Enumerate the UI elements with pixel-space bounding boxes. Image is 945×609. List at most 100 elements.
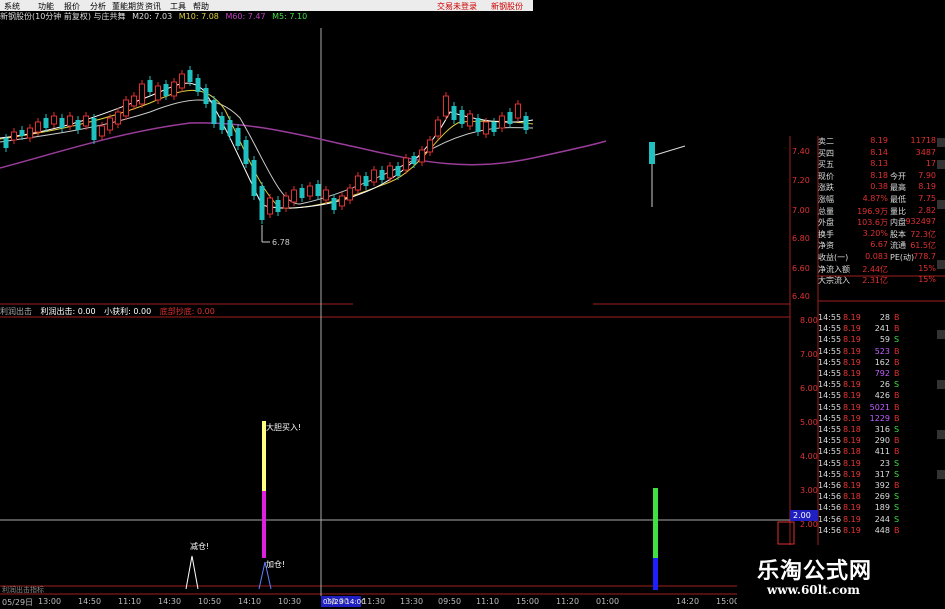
time-axis-label: 01:00 <box>596 597 620 606</box>
tick-row[interactable]: 14:55 8.19 5021 B <box>818 403 938 414</box>
tick-row[interactable]: 14:55 8.19 426 B <box>818 391 938 402</box>
indicator-footer-tab[interactable]: 利润出击指标 <box>2 585 44 594</box>
tick-price: 8.19 <box>843 380 861 390</box>
quote-label: 涨幅 <box>818 195 834 204</box>
tick-row[interactable]: 14:56 8.19 448 B <box>818 526 938 537</box>
tick-row[interactable]: 14:55 8.19 792 B <box>818 369 938 380</box>
candle <box>235 128 241 146</box>
indicator-name: 利润出击 <box>0 307 32 316</box>
tick-price: 8.18 <box>843 447 861 457</box>
reduce-signal-label: 减仓! <box>190 541 209 551</box>
tick-vol: 317 <box>874 469 890 479</box>
tick-dir: S <box>894 492 900 502</box>
watermark-url: www.60lt.com <box>767 583 860 597</box>
tick-row[interactable]: 14:55 8.18 411 B <box>818 447 938 458</box>
tick-dir: S <box>894 380 900 390</box>
chart-canvas[interactable]: 6.78 大胆买入! 减仓! 加仓! 2.00 05/29 14:00 利润出击… <box>0 0 945 609</box>
quote-label: 总量 <box>818 206 834 216</box>
price-axis-label: 6.40 <box>792 292 810 301</box>
tick-row[interactable]: 14:55 8.19 59 S <box>818 335 938 346</box>
tick-vol: 244 <box>874 514 890 524</box>
tick-dir: B <box>894 324 900 334</box>
quote-value: 196.9万 <box>857 206 888 216</box>
tick-row[interactable]: 14:55 8.19 23 S <box>818 459 938 470</box>
candle <box>427 139 433 153</box>
time-axis-label: 10:00 <box>326 597 350 606</box>
tick-row[interactable]: 14:55 8.19 28 B <box>818 313 938 324</box>
price-axis-label: 6.60 <box>792 264 810 273</box>
candle <box>35 121 41 133</box>
price-axis-label: 6.80 <box>792 234 810 243</box>
candle <box>155 85 161 101</box>
buy-signal-bar-bottom <box>262 491 266 558</box>
candle <box>467 113 473 127</box>
indicator-axis-label: 3.00 <box>800 486 818 495</box>
tick-dir: S <box>894 458 900 468</box>
candle <box>355 175 361 191</box>
tick-row[interactable]: 14:55 8.19 290 B <box>818 436 938 447</box>
time-axis-label: 15:00 <box>516 597 540 606</box>
tick-dir: B <box>894 481 900 490</box>
candle <box>123 99 129 117</box>
tick-time: 14:55 <box>818 425 842 434</box>
quote-extra-value: 7.90 <box>918 170 936 180</box>
tick-price: 8.19 <box>843 503 861 513</box>
candle <box>139 83 145 105</box>
candle <box>147 80 153 92</box>
price-axis-label: 7.00 <box>792 206 810 215</box>
tick-row[interactable]: 14:55 8.19 317 S <box>818 470 938 481</box>
side-scroll-buttons[interactable] <box>937 138 945 479</box>
candle <box>379 170 385 180</box>
candle <box>91 118 97 140</box>
indicator-value-2: 小获利: 0.00 <box>104 307 152 316</box>
candle <box>67 115 73 127</box>
tick-row[interactable]: 14:55 8.19 26 S <box>818 380 938 391</box>
tick-time: 14:55 <box>818 391 842 401</box>
quote-extra-value: 17 <box>925 159 936 169</box>
tick-row[interactable]: 14:55 8.18 316 S <box>818 425 938 436</box>
tick-row[interactable]: 14:56 8.18 269 S <box>818 492 938 503</box>
tick-row[interactable]: 14:55 8.19 1229 B <box>818 414 938 425</box>
candle <box>43 118 49 128</box>
quote-extra-value: 11718 <box>910 136 936 145</box>
tick-time: 14:55 <box>818 436 842 446</box>
quote-row: 卖二 8.19 11718 <box>818 136 938 147</box>
tick-row[interactable]: 14:56 8.19 189 S <box>818 503 938 514</box>
tick-vol: 411 <box>874 447 890 457</box>
quote-value: 2.31亿 <box>862 276 888 286</box>
tick-time: 14:55 <box>818 458 842 468</box>
time-axis-label: 10:30 <box>278 597 302 606</box>
candle <box>323 189 329 201</box>
tick-vol: 59 <box>879 335 890 345</box>
time-axis-label: 13:30 <box>400 597 424 606</box>
quote-extra-value: 778.7 <box>913 252 936 261</box>
candle <box>259 186 265 220</box>
tick-vol: 426 <box>874 391 890 401</box>
tick-time: 14:56 <box>818 503 842 513</box>
quote-label: 涨跌 <box>818 183 834 193</box>
tick-price: 8.18 <box>843 425 861 434</box>
tick-row[interactable]: 14:56 8.19 392 B <box>818 481 938 492</box>
tick-price: 8.19 <box>843 324 861 334</box>
right-signal-bar-green <box>653 488 658 558</box>
candle <box>275 200 281 212</box>
tick-row[interactable]: 14:55 8.19 523 B <box>818 347 938 358</box>
quote-extra-label: 今开 <box>890 171 906 181</box>
candle <box>179 73 185 89</box>
candle <box>491 122 497 132</box>
time-axis-label: 11:10 <box>476 597 500 606</box>
quote-label: 买四 <box>818 148 834 158</box>
quote-label: 换手 <box>818 229 834 239</box>
tick-time: 14:56 <box>818 514 842 524</box>
tick-dir: S <box>894 503 900 513</box>
quote-extra-value: 2.82 <box>918 205 936 215</box>
tick-row[interactable]: 14:56 8.19 244 S <box>818 515 938 526</box>
tick-time: 14:55 <box>818 335 842 345</box>
candle <box>11 131 17 141</box>
tick-time: 14:55 <box>818 313 842 322</box>
tick-time: 14:56 <box>818 481 842 490</box>
tick-row[interactable]: 14:55 8.19 241 B <box>818 324 938 335</box>
tick-row[interactable]: 14:55 8.19 162 B <box>818 358 938 369</box>
candle <box>499 115 505 129</box>
quote-label: 现价 <box>818 171 834 181</box>
